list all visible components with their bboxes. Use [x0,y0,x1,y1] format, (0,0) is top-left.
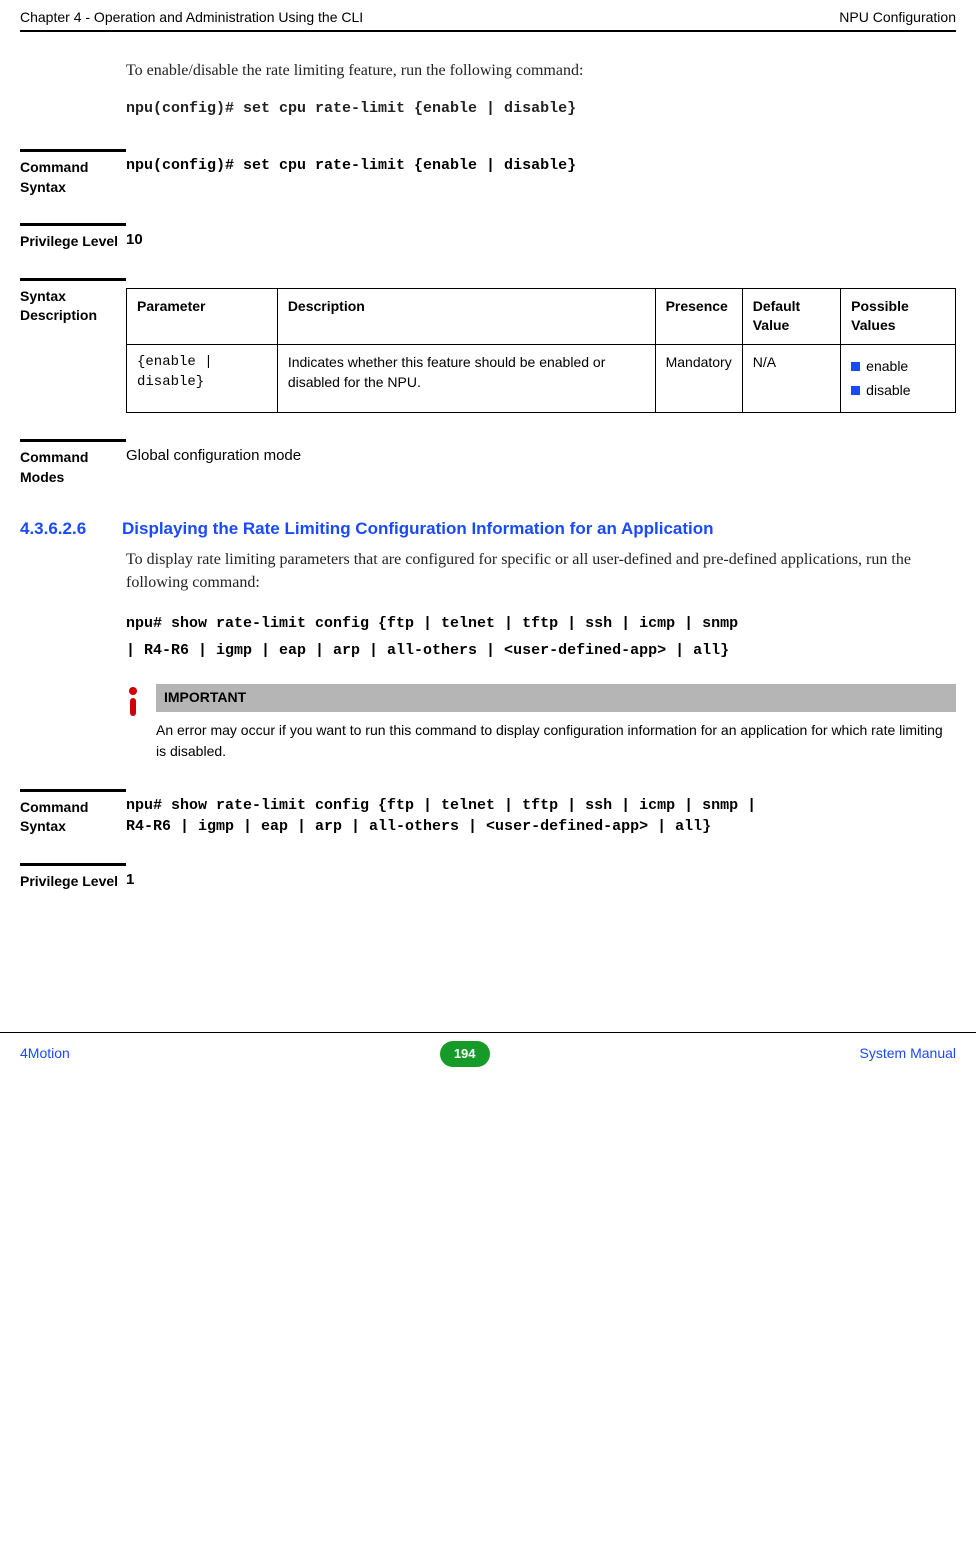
command-syntax-line2: R4-R6 | igmp | eap | arp | all-others | … [126,816,956,837]
command-line: npu(config)# set cpu rate-limit {enable … [126,98,956,119]
footer-right: System Manual [860,1044,956,1064]
command-syntax-value: npu(config)# set cpu rate-limit {enable … [126,149,956,197]
syntax-description-block: Syntax Description Parameter Description… [20,278,956,413]
show-command-line2: | R4-R6 | igmp | eap | arp | all-others … [126,637,956,664]
section-title: Displaying the Rate Limiting Configurati… [0,517,976,541]
intro-text: To enable/disable the rate limiting feat… [126,60,956,82]
header-left: Chapter 4 - Operation and Administration… [20,8,363,28]
privilege-level-block: Privilege Level 10 [20,223,956,252]
td-parameter: {enable | disable} [127,344,278,412]
td-presence: Mandatory [655,344,742,412]
section-body: To display rate limiting parameters that… [0,549,976,594]
command-syntax-block-2: Command Syntax npu# show rate-limit conf… [20,789,956,837]
command-syntax-value-2: npu# show rate-limit config {ftp | telne… [126,789,956,837]
header-right: NPU Configuration [839,8,956,28]
important-icon [126,684,146,763]
table-header-row: Parameter Description Presence Default V… [127,288,956,344]
command-modes-label: Command Modes [20,439,126,487]
bullet-enable: enable [851,357,945,377]
command-syntax-block: Command Syntax npu(config)# set cpu rate… [20,149,956,197]
syntax-description-label: Syntax Description [20,278,126,413]
bullet-disable: disable [851,381,945,401]
bullet-enable-text: enable [866,357,908,377]
command-modes-block: Command Modes Global configuration mode [20,439,956,487]
show-command-line1: npu# show rate-limit config {ftp | telne… [126,610,956,637]
table-row: {enable | disable} Indicates whether thi… [127,344,956,412]
section-heading-row: 4.3.6.2.6 Displaying the Rate Limiting C… [0,517,976,541]
privilege-level-value: 10 [126,223,956,252]
th-default-value: Default Value [742,288,840,344]
command-syntax-label: Command Syntax [20,149,126,197]
syntax-description-value: Parameter Description Presence Default V… [126,278,956,413]
th-possible-values: Possible Values [841,288,956,344]
important-note: IMPORTANT An error may occur if you want… [126,684,956,763]
th-description: Description [277,288,655,344]
note-text: An error may occur if you want to run th… [156,712,956,763]
privilege-level-label: Privilege Level [20,223,126,252]
td-possible: enable disable [841,344,956,412]
privilege-level-label-2: Privilege Level [20,863,126,892]
command-syntax-line1: npu# show rate-limit config {ftp | telne… [126,795,956,816]
page-footer: 4Motion 194 System Manual [0,1032,976,1067]
syntax-table: Parameter Description Presence Default V… [126,288,956,413]
th-presence: Presence [655,288,742,344]
header-rule [20,30,956,32]
square-bullet-icon [851,362,860,371]
show-command: npu# show rate-limit config {ftp | telne… [0,610,976,664]
page-header: Chapter 4 - Operation and Administration… [0,0,976,30]
privilege-level-block-2: Privilege Level 1 [20,863,956,892]
note-title: IMPORTANT [156,684,956,712]
td-description: Indicates whether this feature should be… [277,344,655,412]
privilege-level-value-2: 1 [126,863,956,892]
bullet-disable-text: disable [866,381,910,401]
page-number: 194 [440,1041,490,1067]
th-parameter: Parameter [127,288,278,344]
command-syntax-label-2: Command Syntax [20,789,126,837]
square-bullet-icon [851,386,860,395]
section-number: 4.3.6.2.6 [20,517,86,541]
footer-left: 4Motion [20,1044,70,1064]
command-modes-value: Global configuration mode [126,439,956,487]
td-default: N/A [742,344,840,412]
